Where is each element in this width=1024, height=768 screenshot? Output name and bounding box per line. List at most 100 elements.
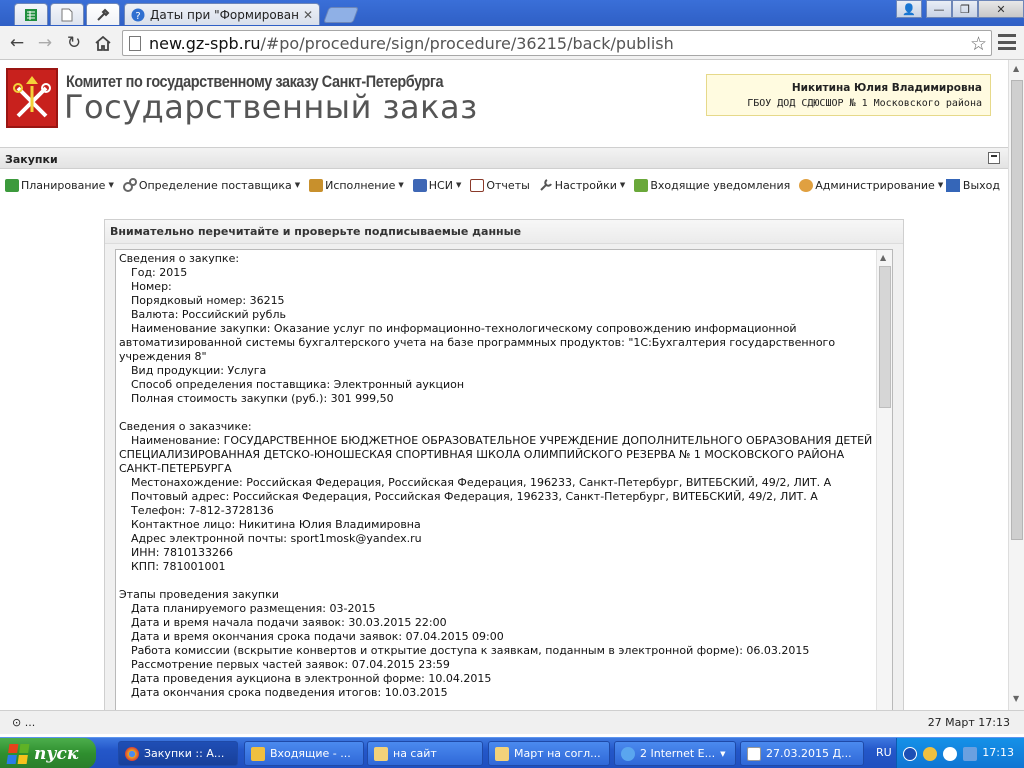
document-icon: [747, 746, 761, 761]
page-scrollbar[interactable]: ▲ ▼: [1008, 60, 1024, 710]
logout-label: Выход: [962, 178, 1000, 192]
data-line: учреждения 8": [119, 350, 207, 363]
minimize-icon: —: [933, 2, 945, 16]
menu-item-notifications[interactable]: Входящие уведомления: [629, 174, 794, 196]
menu-item-settings[interactable]: Настройки ▼: [534, 174, 630, 196]
scroll-down-icon[interactable]: ▼: [1013, 694, 1019, 703]
caret-down-icon: ▼: [294, 181, 301, 189]
taskbar-item[interactable]: Входящие - ...: [244, 741, 364, 766]
reload-button[interactable]: ↻: [63, 32, 85, 54]
section-title: Закупки: [5, 153, 58, 166]
data-line: Дата окончания срока подведения итогов: …: [131, 686, 448, 699]
taskbar-item[interactable]: 27.03.2015 Д...: [740, 741, 864, 766]
taskbar-clock[interactable]: 17:13: [982, 746, 1014, 759]
tray-mail-icon[interactable]: [923, 746, 937, 761]
minimize-button[interactable]: —: [926, 0, 952, 18]
data-line: Контактное лицо: Никитина Юлия Владимиро…: [131, 518, 421, 531]
menu-item-planning[interactable]: Планирование ▼: [0, 174, 118, 196]
logout-button[interactable]: Выход: [945, 174, 1000, 196]
taskbar-label: 2 Internet E...: [640, 747, 716, 760]
menu-label: НСИ: [428, 178, 453, 192]
menu-item-supplier[interactable]: Определение поставщика ▼: [118, 174, 304, 196]
data-line: Наименование: ГОСУДАРСТВЕННОЕ БЮДЖЕТНОЕ …: [131, 434, 873, 447]
browser-toolbar: ← → ↻ new.gz-spb.ru/#po/procedure/sign/p…: [0, 26, 1024, 60]
pinned-tab-sheets[interactable]: [14, 3, 48, 25]
data-line: Валюта: Российский рубль: [131, 308, 286, 321]
caret-down-icon: ▼: [720, 749, 726, 758]
address-bar[interactable]: new.gz-spb.ru/#po/procedure/sign/procedu…: [122, 30, 992, 56]
menu-label: Планирование: [21, 178, 106, 192]
windows-taskbar: пуск Закупки :: А... Входящие - ... на с…: [0, 737, 1024, 768]
status-datetime: 27 Март 17:13: [927, 716, 1010, 729]
forward-button[interactable]: →: [34, 32, 56, 54]
tray-app-icon[interactable]: [943, 746, 957, 761]
caret-down-icon: ▼: [455, 181, 462, 189]
new-tab-button[interactable]: [323, 7, 359, 23]
tools-icon: [97, 8, 110, 21]
page-scroll-thumb[interactable]: [1011, 80, 1023, 540]
menu-item-execution[interactable]: Исполнение ▼: [304, 174, 408, 196]
browser-menu-icon[interactable]: [998, 34, 1016, 50]
home-button[interactable]: [92, 32, 114, 54]
collapse-button[interactable]: [988, 152, 1000, 164]
loading-icon: ⊙: [12, 716, 25, 729]
status-left: ⊙ ...: [12, 716, 35, 729]
menu-item-reports[interactable]: Отчеты: [465, 174, 533, 196]
data-line: Дата проведения аукциона в электронной ф…: [131, 672, 492, 685]
menu-item-nsi[interactable]: НСИ ▼: [408, 174, 466, 196]
restore-button[interactable]: ❐: [952, 0, 978, 18]
data-line: Адрес электронной почты: sport1mosk@yand…: [131, 532, 422, 545]
taskbar-item[interactable]: Закупки :: А...: [118, 741, 238, 766]
data-line: Дата и время окончания срока подачи заяв…: [131, 630, 504, 643]
url-host: new.gz-spb.ru: [149, 33, 261, 53]
section-bar: Закупки: [0, 147, 1010, 169]
data-line: Телефон: 7-812-3728136: [131, 504, 274, 517]
data-line: Порядковый номер: 36215: [131, 294, 285, 307]
data-line: Дата и время начала подачи заявок: 30.03…: [131, 616, 447, 629]
data-line: [119, 406, 875, 420]
close-window-button[interactable]: ✕: [978, 0, 1024, 18]
tab-active-page[interactable]: ? Даты при "Формирование и ✕: [124, 3, 320, 25]
menu-label: Отчеты: [486, 178, 530, 192]
taskbar-item[interactable]: 2 Internet E... ▼: [614, 741, 736, 766]
menu-item-admin[interactable]: Администрирование ▼: [794, 174, 947, 196]
data-line: КПП: 781001001: [131, 560, 226, 573]
data-line: Полная стоимость закупки (руб.): 301 999…: [131, 392, 394, 405]
user-info-box: Никитина Юлия Владимировна ГБОУ ДОД СДЮС…: [706, 74, 991, 116]
tray-expand-icon[interactable]: [903, 746, 917, 761]
profile-button[interactable]: 👤: [896, 0, 922, 18]
text-scrollbar[interactable]: ▲: [876, 250, 892, 710]
tray-network-icon[interactable]: [963, 746, 977, 761]
caret-down-icon: ▼: [619, 181, 626, 189]
arrow-right-icon: →: [37, 33, 53, 53]
data-line: Сведения о закупке:: [119, 252, 240, 265]
bookmark-star-icon[interactable]: ☆: [970, 33, 987, 55]
taskbar-item[interactable]: Март на согл...: [488, 741, 610, 766]
data-line: [119, 574, 875, 588]
data-line: САНКТ-ПЕТЕРБУРГА: [119, 462, 232, 475]
scroll-up-icon[interactable]: ▲: [880, 253, 886, 262]
scroll-up-icon[interactable]: ▲: [1013, 64, 1019, 73]
main-menu: Планирование ▼ Определение поставщика ▼ Ис…: [0, 174, 1010, 196]
close-icon: ✕: [996, 2, 1006, 16]
emblem-icon: [13, 76, 51, 118]
text-scroll-thumb[interactable]: [879, 266, 891, 408]
taskbar-label: Закупки :: А...: [144, 747, 225, 760]
pinned-tab-tools[interactable]: [86, 3, 120, 25]
panel-title: Внимательно перечитайте и проверьте подп…: [105, 220, 903, 244]
spreadsheet-icon: [25, 8, 37, 21]
browser-tabstrip: ? Даты при "Формирование и ✕ 👤 — ❐ ✕: [0, 0, 1024, 26]
language-indicator[interactable]: RU: [876, 746, 892, 759]
signed-data-text[interactable]: Сведения о закупке: Год: 2015 Номер: Порядк…: [115, 249, 893, 710]
back-button[interactable]: ←: [6, 32, 28, 54]
logout-icon: [945, 178, 960, 192]
taskbar-item[interactable]: на сайт: [367, 741, 483, 766]
pinned-tab-blank[interactable]: [50, 3, 84, 25]
caret-down-icon: ▼: [398, 181, 404, 189]
tab-close-icon[interactable]: ✕: [303, 8, 313, 22]
start-button[interactable]: пуск: [0, 738, 96, 768]
taskbar-label: 27.03.2015 Д...: [766, 747, 852, 760]
data-line: Сведения о заказчике:: [119, 420, 252, 433]
data-line: Этапы проведения закупки: [119, 588, 279, 601]
data-line: Номер:: [131, 280, 172, 293]
